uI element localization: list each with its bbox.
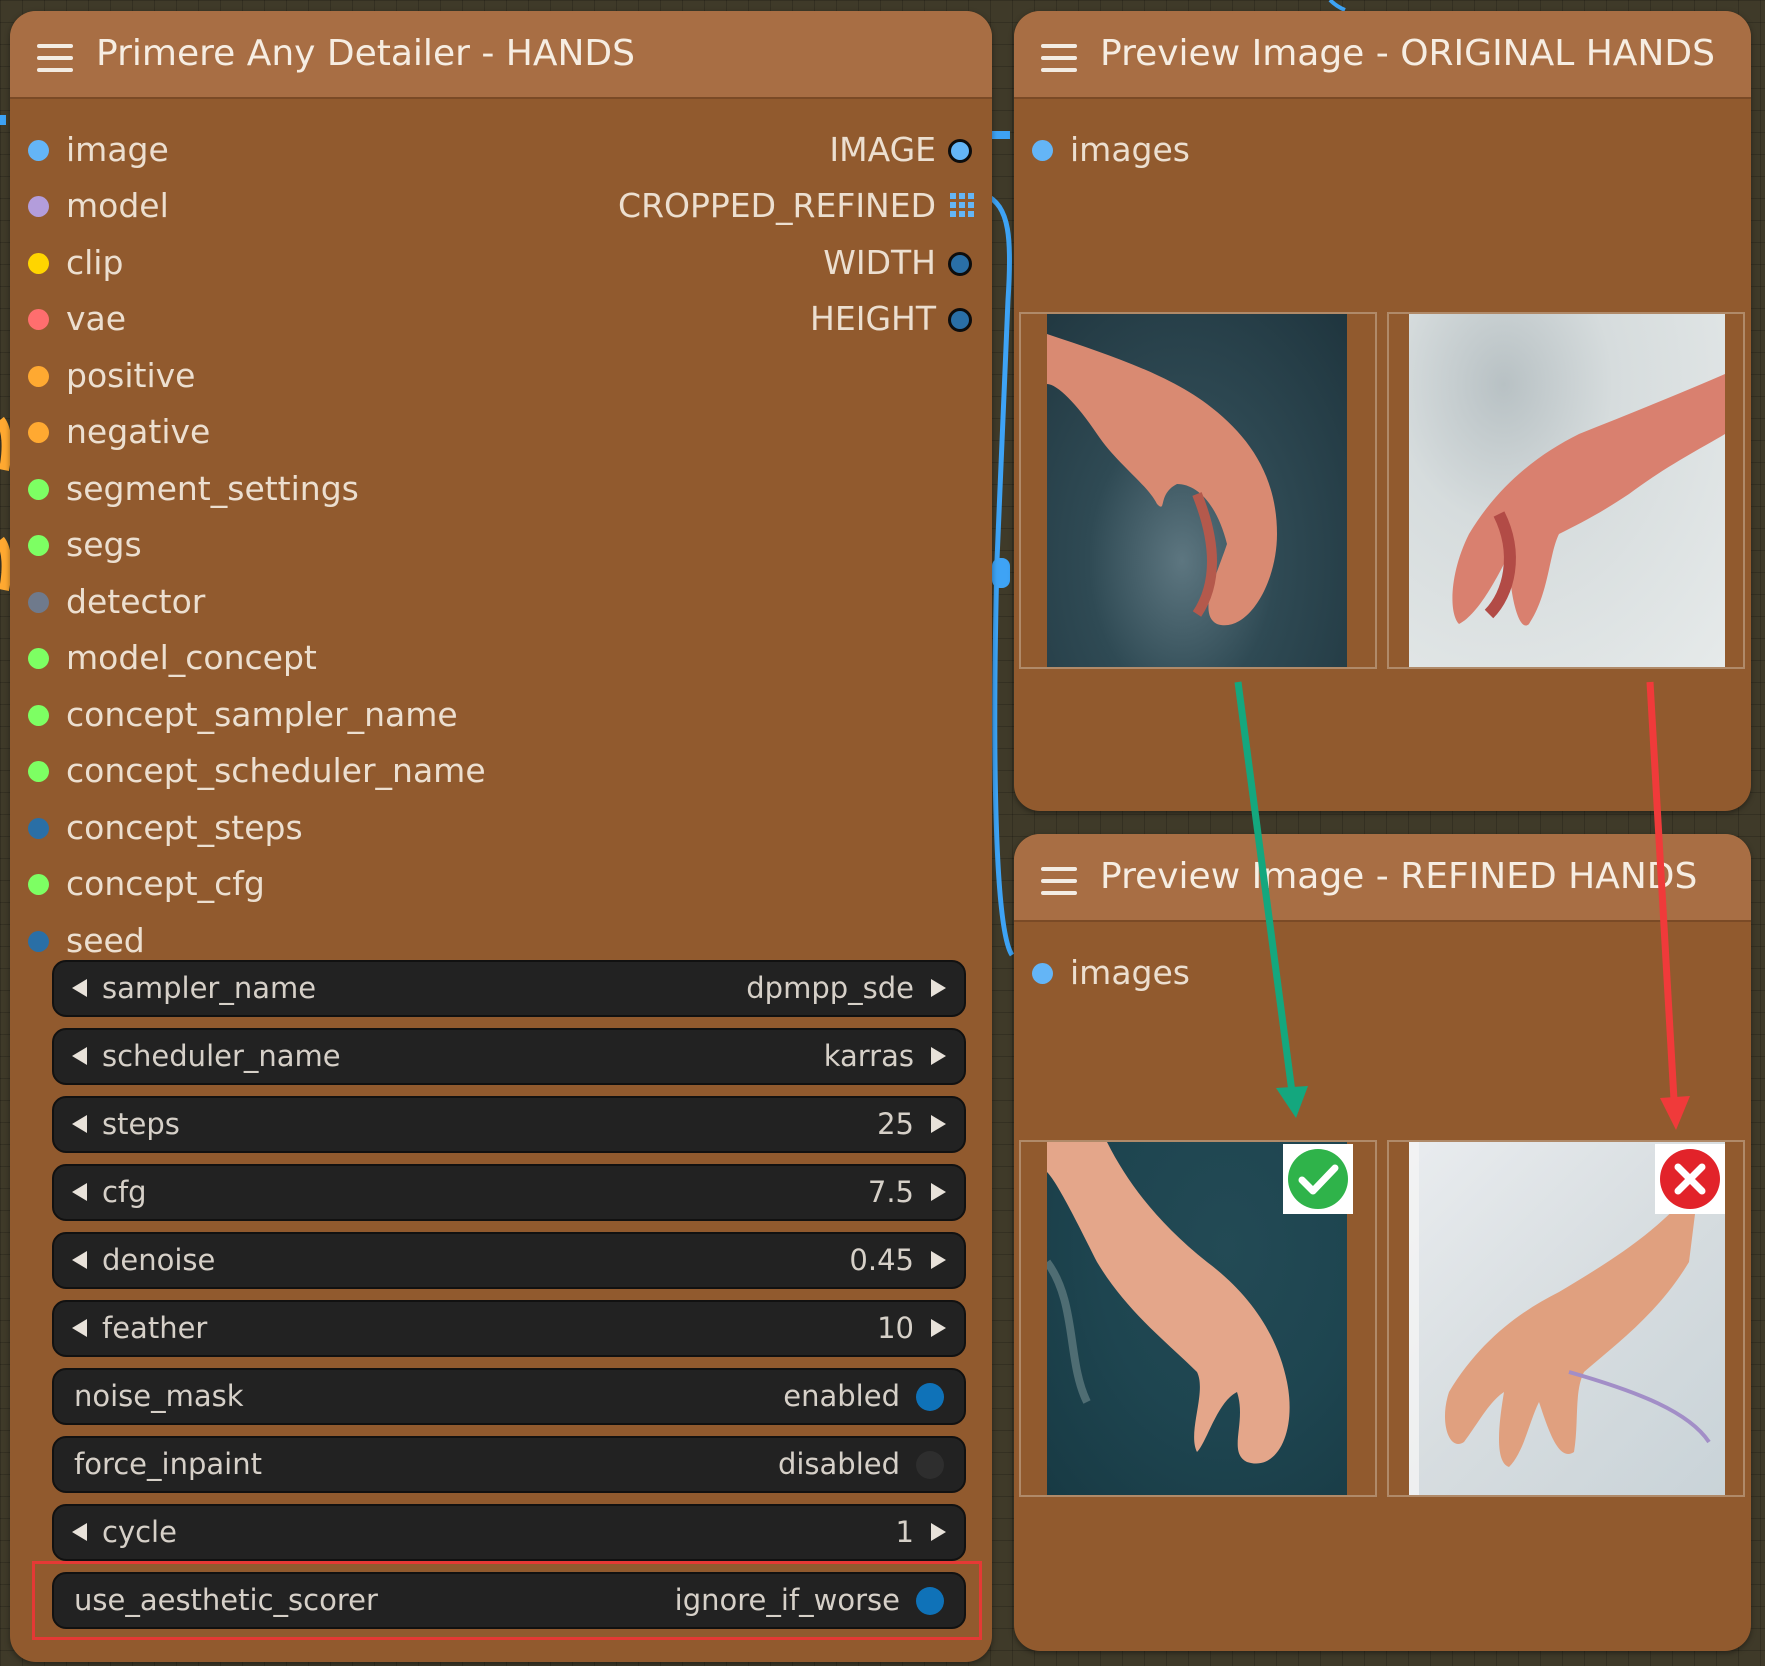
output-slot-height[interactable]: HEIGHT bbox=[810, 291, 972, 347]
widget-cycle[interactable]: cycle 1 bbox=[52, 1504, 966, 1561]
output-slot-image[interactable]: IMAGE bbox=[829, 122, 972, 178]
widget-force-inpaint-toggle[interactable]: force_inpaint disabled bbox=[52, 1436, 966, 1493]
increment-arrow-icon[interactable] bbox=[931, 1319, 946, 1337]
toggle-on-icon[interactable] bbox=[916, 1587, 944, 1615]
node-title: Preview Image - ORIGINAL HANDS bbox=[1100, 33, 1715, 74]
input-dot[interactable] bbox=[28, 479, 49, 500]
cross-icon bbox=[1660, 1149, 1720, 1209]
widget-scheduler-name[interactable]: scheduler_name karras bbox=[52, 1028, 966, 1085]
input-slot-clip[interactable]: clip bbox=[28, 235, 123, 291]
input-dot[interactable] bbox=[1032, 963, 1053, 984]
decrement-arrow-icon[interactable] bbox=[72, 1319, 87, 1337]
detailer-node[interactable]: Primere Any Detailer - HANDS image model… bbox=[10, 11, 992, 1662]
wire-top bbox=[1328, 0, 1346, 12]
input-slot-concept-cfg[interactable]: concept_cfg bbox=[28, 856, 265, 912]
check-icon bbox=[1288, 1149, 1348, 1209]
cross-badge bbox=[1655, 1144, 1725, 1214]
input-slot-concept-sampler-name[interactable]: concept_sampler_name bbox=[28, 687, 458, 743]
input-slot-detector[interactable]: detector bbox=[28, 574, 205, 630]
input-slot-segs[interactable]: segs bbox=[28, 517, 142, 573]
decrement-arrow-icon[interactable] bbox=[72, 1183, 87, 1201]
original-image-2[interactable] bbox=[1387, 312, 1745, 669]
input-dot[interactable] bbox=[28, 422, 49, 443]
output-slot-cropped-refined[interactable]: CROPPED_REFINED bbox=[618, 178, 974, 234]
check-badge bbox=[1283, 1144, 1353, 1214]
menu-icon[interactable] bbox=[37, 44, 73, 72]
input-slot-images[interactable]: images bbox=[1032, 945, 1190, 1001]
output-dot[interactable] bbox=[948, 252, 972, 276]
input-dot[interactable] bbox=[28, 818, 49, 839]
input-dot[interactable] bbox=[28, 648, 49, 669]
node-title: Primere Any Detailer - HANDS bbox=[96, 33, 635, 74]
input-slot-model-concept[interactable]: model_concept bbox=[28, 630, 317, 686]
widget-feather[interactable]: feather 10 bbox=[52, 1300, 966, 1357]
preview-refined-header[interactable]: Preview Image - REFINED HANDS bbox=[1014, 834, 1751, 922]
preview-original-node[interactable]: Preview Image - ORIGINAL HANDS images bbox=[1014, 11, 1751, 811]
input-dot[interactable] bbox=[28, 309, 49, 330]
decrement-arrow-icon[interactable] bbox=[72, 1523, 87, 1541]
increment-arrow-icon[interactable] bbox=[931, 1047, 946, 1065]
input-slot-vae[interactable]: vae bbox=[28, 291, 126, 347]
widget-steps[interactable]: steps 25 bbox=[52, 1096, 966, 1153]
increment-arrow-icon[interactable] bbox=[931, 979, 946, 997]
input-slot-model[interactable]: model bbox=[28, 178, 169, 234]
increment-arrow-icon[interactable] bbox=[931, 1251, 946, 1269]
input-slot-concept-steps[interactable]: concept_steps bbox=[28, 800, 303, 856]
original-image-1[interactable] bbox=[1019, 312, 1377, 669]
output-dot[interactable] bbox=[948, 139, 972, 163]
hand-image bbox=[1409, 314, 1725, 667]
input-dot[interactable] bbox=[1032, 140, 1053, 161]
decrement-arrow-icon[interactable] bbox=[72, 1251, 87, 1269]
input-dot[interactable] bbox=[28, 196, 49, 217]
refined-image-2[interactable] bbox=[1387, 1140, 1745, 1497]
input-dot[interactable] bbox=[28, 535, 49, 556]
input-slot-images[interactable]: images bbox=[1032, 122, 1190, 178]
hand-image bbox=[1047, 314, 1347, 667]
input-dot[interactable] bbox=[28, 705, 49, 726]
decrement-arrow-icon[interactable] bbox=[72, 1047, 87, 1065]
detailer-node-header[interactable]: Primere Any Detailer - HANDS bbox=[10, 11, 992, 99]
input-dot[interactable] bbox=[28, 874, 49, 895]
input-slot-segment-settings[interactable]: segment_settings bbox=[28, 461, 359, 517]
widget-sampler-name[interactable]: sampler_name dpmpp_sde bbox=[52, 960, 966, 1017]
toggle-off-icon[interactable] bbox=[916, 1451, 944, 1479]
input-dot[interactable] bbox=[28, 931, 49, 952]
widget-noise-mask-toggle[interactable]: noise_mask enabled bbox=[52, 1368, 966, 1425]
input-dot[interactable] bbox=[28, 761, 49, 782]
decrement-arrow-icon[interactable] bbox=[72, 979, 87, 997]
input-dot[interactable] bbox=[28, 253, 49, 274]
increment-arrow-icon[interactable] bbox=[931, 1183, 946, 1201]
output-dot[interactable] bbox=[948, 308, 972, 332]
increment-arrow-icon[interactable] bbox=[931, 1115, 946, 1133]
widget-cfg[interactable]: cfg 7.5 bbox=[52, 1164, 966, 1221]
menu-icon[interactable] bbox=[1041, 44, 1077, 72]
widget-denoise[interactable]: denoise 0.45 bbox=[52, 1232, 966, 1289]
node-title: Preview Image - REFINED HANDS bbox=[1100, 856, 1698, 897]
toggle-on-icon[interactable] bbox=[916, 1383, 944, 1411]
increment-arrow-icon[interactable] bbox=[931, 1523, 946, 1541]
input-dot[interactable] bbox=[28, 366, 49, 387]
input-dot[interactable] bbox=[28, 592, 49, 613]
grid-icon[interactable] bbox=[950, 193, 974, 217]
refined-image-1[interactable] bbox=[1019, 1140, 1377, 1497]
input-dot[interactable] bbox=[28, 140, 49, 161]
preview-original-header[interactable]: Preview Image - ORIGINAL HANDS bbox=[1014, 11, 1751, 99]
decrement-arrow-icon[interactable] bbox=[72, 1115, 87, 1133]
input-slot-negative[interactable]: negative bbox=[28, 404, 210, 460]
input-slot-positive[interactable]: positive bbox=[28, 348, 195, 404]
preview-refined-node[interactable]: Preview Image - REFINED HANDS images bbox=[1014, 834, 1751, 1651]
widget-use-aesthetic-scorer-toggle[interactable]: use_aesthetic_scorer ignore_if_worse bbox=[52, 1572, 966, 1629]
menu-icon[interactable] bbox=[1041, 867, 1077, 895]
input-slot-concept-scheduler-name[interactable]: concept_scheduler_name bbox=[28, 743, 486, 799]
output-slot-width[interactable]: WIDTH bbox=[823, 235, 972, 291]
reroute-handle bbox=[992, 558, 1010, 588]
input-slot-image[interactable]: image bbox=[28, 122, 169, 178]
